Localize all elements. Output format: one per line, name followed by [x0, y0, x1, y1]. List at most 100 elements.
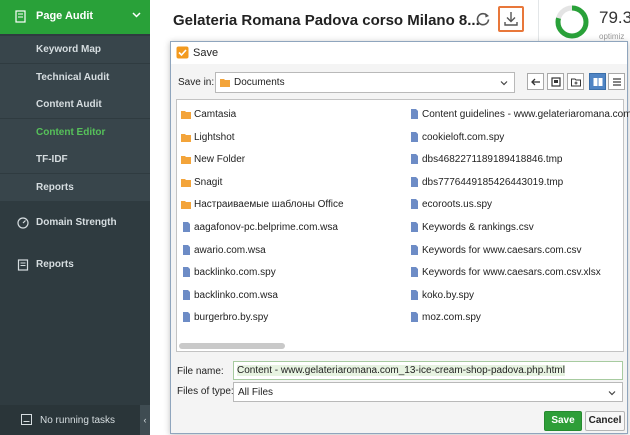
file-icon — [411, 131, 418, 142]
folder-icon — [181, 111, 191, 119]
file-icon — [411, 289, 418, 300]
file-list[interactable]: Camtasia Lightshot New Folder Snagit Настраи… — [176, 99, 630, 352]
chevron-down-icon — [132, 12, 141, 18]
sidebar-subitem-label: Content Audit — [36, 99, 102, 110]
file-name: Content guidelines - www.gelateriaromana… — [422, 109, 630, 120]
sidebar-subitem[interactable]: Content Editor — [0, 118, 150, 146]
sidebar-item-page-audit[interactable]: Page Audit — [0, 0, 150, 34]
report-icon — [17, 259, 29, 271]
top-header: Gelateria Romana Padova corso Milano 8..… — [150, 0, 630, 42]
file-name: Keywords for www.caesars.com.csv — [422, 244, 582, 256]
file-icon — [183, 267, 190, 278]
file-icon — [183, 289, 190, 300]
chevron-down-icon — [500, 81, 508, 86]
file-name: ecoroots.us.spy — [422, 199, 493, 211]
file-name: Настраиваемые шаблоны Office — [194, 199, 344, 211]
horizontal-scrollbar[interactable] — [179, 343, 621, 350]
header-divider — [538, 0, 539, 42]
sidebar-subitem[interactable]: Keyword Map — [0, 36, 150, 63]
sidebar-subitem[interactable]: Technical Audit — [0, 63, 150, 91]
tasks-icon — [21, 414, 32, 425]
file-icon — [411, 109, 418, 119]
running-tasks-label: No running tasks — [40, 415, 116, 426]
sidebar-subitem-label: Keyword Map — [36, 44, 102, 55]
save-dialog: Save Save in: Documents Camtasia Lightsh… — [170, 41, 630, 434]
file-name-input[interactable]: Content - www.gelateriaromana.com_13-ice… — [233, 361, 623, 380]
files-of-type-label: Files of type: — [177, 386, 234, 397]
file-name: awario.com.wsa — [194, 244, 266, 256]
desktop-button[interactable] — [547, 73, 564, 90]
file-name: dbs7776449185426443019.tmp — [422, 176, 564, 188]
gauge-icon — [17, 217, 29, 229]
optimization-score: 79.3 — [599, 8, 630, 27]
optimization-score-label: optimiz — [599, 32, 625, 41]
sidebar-collapse-button[interactable]: ‹ — [140, 405, 150, 435]
sidebar-subitem[interactable]: Content Audit — [0, 91, 150, 118]
page-title: Gelateria Romana Padova corso Milano 8..… — [173, 12, 480, 29]
dialog-title: Save — [193, 47, 219, 59]
file-name-value: Content - www.gelateriaromana.com_13-ice… — [237, 365, 565, 376]
file-name: burgerbro.by.spy — [194, 312, 269, 324]
sidebar-subitem-label: Technical Audit — [36, 71, 110, 83]
page-audit-icon — [15, 10, 26, 23]
new-folder-button[interactable] — [567, 73, 584, 90]
file-name: Camtasia — [194, 109, 237, 120]
file-name: cookieloft.com.spy — [422, 131, 505, 143]
save-in-label: Save in: — [178, 77, 215, 88]
sidebar-subitem-label: Reports — [36, 181, 74, 193]
sidebar-header-label: Page Audit — [36, 10, 94, 22]
score-ring — [555, 5, 589, 39]
save-button[interactable]: Save — [544, 411, 582, 431]
file-name: Lightshot — [194, 131, 235, 143]
file-icon — [183, 222, 190, 232]
sidebar-subitem[interactable]: Reports — [0, 173, 150, 201]
dialog-title-bar[interactable]: Save — [171, 42, 627, 64]
file-name: backlinko.com.wsa — [194, 289, 278, 301]
file-name: Keywords & rankings.csv — [422, 222, 534, 233]
download-icon — [504, 12, 518, 26]
list-view-button[interactable] — [589, 73, 606, 90]
sidebar: Page Audit Keyword Map Technical Audit Con… — [0, 0, 150, 435]
files-of-type-dropdown[interactable]: All Files — [233, 382, 623, 402]
file-icon — [411, 312, 418, 323]
file-icon — [183, 312, 190, 323]
sidebar-subitem[interactable]: TF-IDF — [0, 146, 150, 173]
file-icon — [411, 154, 418, 165]
folder-icon — [181, 133, 191, 142]
file-name: aagafonov-pc.belprime.com.wsa — [194, 222, 338, 233]
file-name: koko.by.spy — [422, 289, 475, 301]
file-icon — [411, 267, 418, 278]
sidebar-subitem-label: TF-IDF — [36, 154, 68, 165]
file-icon — [411, 199, 418, 210]
details-view-icon — [613, 78, 621, 86]
save-in-value: Documents — [234, 77, 285, 88]
scrollbar-thumb[interactable] — [179, 343, 285, 349]
download-button[interactable] — [498, 6, 524, 32]
app-logo-icon — [176, 46, 189, 59]
list-view-icon — [593, 78, 603, 86]
file-icon — [411, 244, 418, 255]
file-name: backlinko.com.spy — [194, 267, 276, 279]
file-icon — [411, 222, 418, 232]
refresh-icon[interactable] — [475, 11, 491, 27]
up-one-level-button[interactable] — [527, 73, 544, 90]
running-tasks-status[interactable]: No running tasks — [0, 405, 150, 435]
sidebar-item-domain-strength[interactable]: Domain Strength — [0, 205, 150, 241]
folder-icon — [181, 156, 191, 165]
save-in-dropdown[interactable]: Documents — [215, 72, 515, 93]
folder-icon — [181, 201, 191, 210]
file-icon — [411, 176, 418, 187]
files-of-type-value: All Files — [238, 387, 274, 398]
file-name: moz.com.spy — [422, 312, 481, 324]
desktop-icon — [551, 77, 561, 87]
sidebar-item-reports[interactable]: Reports — [0, 247, 150, 283]
new-folder-icon — [571, 78, 581, 87]
file-name: Keywords for www.caesars.com.csv.xlsx — [422, 267, 601, 279]
folder-icon — [220, 79, 230, 87]
arrow-left-icon — [531, 78, 540, 86]
sidebar-section-label: Domain Strength — [36, 217, 117, 228]
details-view-button[interactable] — [608, 73, 625, 90]
sidebar-section-label: Reports — [36, 259, 74, 270]
file-name: Snagit — [194, 176, 223, 188]
cancel-button[interactable]: Cancel — [585, 411, 625, 431]
